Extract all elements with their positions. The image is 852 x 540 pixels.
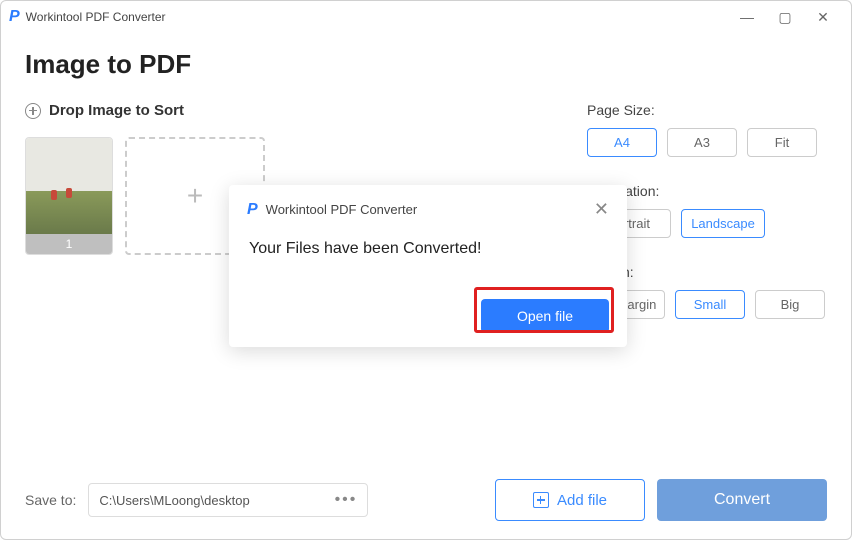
open-file-button[interactable]: Open file	[481, 299, 609, 333]
dialog-header: P Workintool PDF Converter ✕	[247, 199, 609, 220]
drop-label: Drop Image to Sort	[49, 102, 184, 119]
save-to-label: Save to:	[25, 492, 76, 508]
page-size-a3[interactable]: A3	[667, 128, 737, 157]
margin-big[interactable]: Big	[755, 290, 825, 319]
logo-icon: P	[9, 8, 20, 26]
footer: Save to: C:\Users\MLoong\desktop ••• Add…	[25, 479, 827, 521]
page-size-fit[interactable]: Fit	[747, 128, 817, 157]
app-window: P Workintool PDF Converter — ▢ ✕ Image t…	[0, 0, 852, 540]
add-file-label: Add file	[557, 492, 607, 509]
save-path-text: C:\Users\MLoong\desktop	[99, 493, 249, 508]
page-size-group: Page Size: A4 A3 Fit	[587, 102, 827, 157]
dialog-title: Workintool PDF Converter	[266, 202, 417, 217]
sort-icon	[25, 103, 41, 119]
dialog-logo-icon: P	[247, 201, 258, 219]
window-controls: — ▢ ✕	[737, 9, 843, 26]
convert-button[interactable]: Convert	[657, 479, 827, 521]
page-size-buttons: A4 A3 Fit	[587, 128, 827, 157]
app-title: Workintool PDF Converter	[26, 10, 166, 24]
page-title: Image to PDF	[25, 49, 827, 80]
maximize-button[interactable]: ▢	[775, 9, 795, 26]
dialog-message: Your Files have been Converted!	[249, 240, 609, 258]
page-size-a4[interactable]: A4	[587, 128, 657, 157]
conversion-complete-dialog: P Workintool PDF Converter ✕ Your Files …	[229, 185, 627, 347]
margin-small[interactable]: Small	[675, 290, 745, 319]
minimize-button[interactable]: —	[737, 9, 757, 26]
orientation-landscape[interactable]: Landscape	[681, 209, 765, 238]
page-size-label: Page Size:	[587, 102, 827, 118]
thumbnail-number: 1	[26, 234, 112, 254]
close-button[interactable]: ✕	[813, 9, 833, 26]
titlebar: P Workintool PDF Converter — ▢ ✕	[1, 1, 851, 33]
save-path-field[interactable]: C:\Users\MLoong\desktop •••	[88, 483, 368, 517]
drop-header: Drop Image to Sort	[25, 102, 557, 119]
thumbnail-image	[26, 138, 112, 234]
add-file-icon	[533, 492, 549, 508]
dialog-footer: Open file	[481, 299, 609, 333]
browse-button[interactable]: •••	[335, 491, 358, 509]
add-file-button[interactable]: Add file	[495, 479, 645, 521]
plus-icon: +	[187, 180, 203, 212]
dialog-close-button[interactable]: ✕	[594, 199, 609, 220]
app-logo: P Workintool PDF Converter	[9, 8, 166, 26]
image-thumbnail[interactable]: 1	[25, 137, 113, 255]
